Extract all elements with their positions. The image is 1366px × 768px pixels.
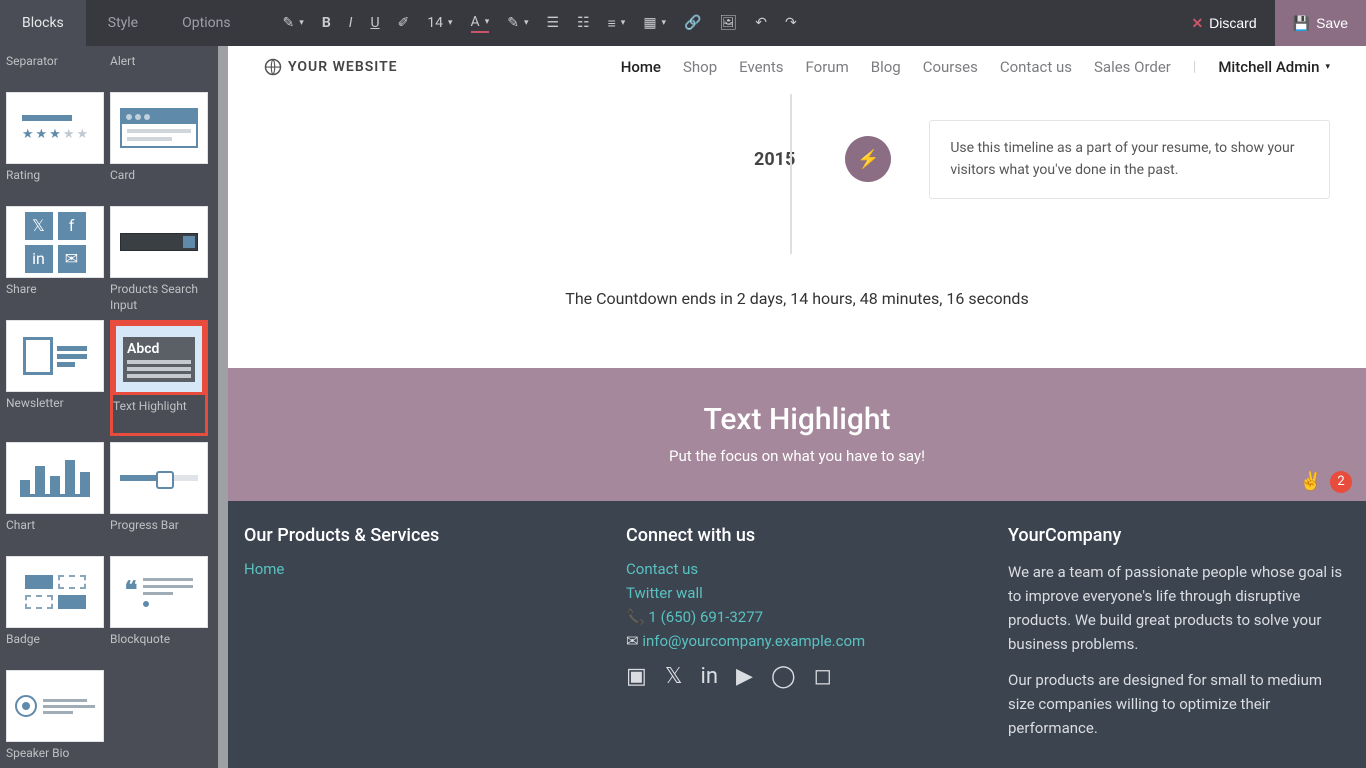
footer-phone[interactable]: 1 (650) 691-3277: [648, 608, 763, 626]
site-nav: Home Shop Events Forum Blog Courses Cont…: [621, 58, 1330, 76]
social-icons: ▣ 𝕏 in ▶ ◯ ◻: [626, 664, 968, 689]
youtube-icon[interactable]: ▶: [736, 664, 753, 689]
text-highlight-block[interactable]: Text Highlight Put the focus on what you…: [228, 368, 1366, 501]
redo-icon[interactable]: ↷: [785, 15, 797, 31]
undo-icon[interactable]: ↶: [755, 15, 767, 31]
magic-wand-icon[interactable]: ✎▾: [283, 15, 304, 31]
underline-icon[interactable]: U: [370, 15, 379, 31]
block-text-highlight[interactable]: AbcdText Highlight: [110, 320, 208, 436]
block-newsletter[interactable]: Newsletter: [6, 320, 104, 436]
block-separator[interactable]: Separator: [6, 54, 104, 86]
user-menu[interactable]: Mitchell Admin▾: [1218, 58, 1330, 76]
footer-about-p2: Our products are designed for small to m…: [1008, 668, 1350, 740]
nav-blog[interactable]: Blog: [871, 58, 901, 76]
unordered-list-icon[interactable]: ☰: [546, 15, 559, 31]
block-speaker-bio[interactable]: Speaker Bio: [6, 670, 104, 768]
nav-contact[interactable]: Contact us: [1000, 58, 1072, 76]
facebook-icon[interactable]: ▣: [626, 664, 647, 689]
blocks-sidebar: Separator Alert ★★★★★Rating Card 𝕏fin✉Sh…: [0, 46, 228, 768]
nav-home[interactable]: Home: [621, 58, 661, 76]
page-canvas: YOUR WEBSITE Home Shop Events Forum Blog…: [228, 46, 1366, 768]
block-alert[interactable]: Alert: [110, 54, 208, 86]
toolbar-tabs: Blocks Style Options: [0, 0, 253, 46]
block-share[interactable]: 𝕏fin✉Share: [6, 206, 104, 314]
bold-icon[interactable]: B: [322, 15, 331, 31]
peace-emoji-icon[interactable]: ✌️: [1300, 471, 1322, 492]
block-progress-bar[interactable]: Progress Bar: [110, 442, 208, 550]
footer-email[interactable]: info@yourcompany.example.com: [642, 632, 865, 650]
nav-events[interactable]: Events: [739, 58, 783, 76]
block-products-search[interactable]: Products Search Input: [110, 206, 208, 314]
discard-button[interactable]: ✕Discard: [1173, 0, 1274, 46]
bolt-icon: ⚡: [857, 149, 879, 170]
nav-forum[interactable]: Forum: [806, 58, 849, 76]
font-size-picker[interactable]: 14▾: [427, 15, 452, 31]
formatting-tools: ✎▾ B I U ✐ 14▾ A▾ ✎▾ ☰ ☷ ≡▾ ▦▾ 🔗 🖼 ↶ ↷: [253, 14, 1174, 33]
footer-products: Our Products & Services Home: [244, 525, 586, 752]
twitter-icon[interactable]: 𝕏: [665, 664, 683, 689]
tab-blocks[interactable]: Blocks: [0, 0, 86, 46]
italic-icon[interactable]: I: [349, 15, 353, 31]
editor-toolbar: Blocks Style Options ✎▾ B I U ✐ 14▾ A▾ ✎…: [0, 0, 1366, 46]
table-icon[interactable]: ▦▾: [643, 15, 666, 31]
font-color-icon[interactable]: A▾: [471, 14, 490, 33]
clear-format-icon[interactable]: ✐: [398, 15, 410, 31]
nav-sales-order[interactable]: Sales Order: [1094, 58, 1171, 76]
github-icon[interactable]: ◯: [771, 664, 796, 689]
block-card[interactable]: Card: [110, 92, 208, 200]
nav-divider: |: [1193, 59, 1196, 75]
linkedin-icon[interactable]: in: [701, 664, 719, 689]
site-header: YOUR WEBSITE Home Shop Events Forum Blog…: [228, 46, 1366, 94]
footer-connect-title: Connect with us: [626, 525, 968, 546]
globe-icon: [264, 58, 282, 76]
close-icon: ✕: [1191, 15, 1203, 32]
site-footer: Our Products & Services Home Connect wit…: [228, 501, 1366, 768]
footer-connect: Connect with us Contact us Twitter wall …: [626, 525, 968, 752]
brand[interactable]: YOUR WEBSITE: [264, 58, 398, 76]
phone-icon: 📞: [626, 608, 645, 626]
timeline-axis: [790, 94, 792, 254]
highlight-badges: ✌️ 2: [1300, 471, 1352, 493]
footer-about-title: YourCompany: [1008, 525, 1350, 546]
ordered-list-icon[interactable]: ☷: [577, 15, 590, 31]
nav-shop[interactable]: Shop: [683, 58, 717, 76]
block-chart[interactable]: Chart: [6, 442, 104, 550]
block-rating[interactable]: ★★★★★Rating: [6, 92, 104, 200]
notification-count[interactable]: 2: [1330, 471, 1352, 493]
save-button[interactable]: 💾Save: [1275, 0, 1366, 46]
tab-style[interactable]: Style: [86, 0, 160, 46]
tab-options[interactable]: Options: [160, 0, 252, 46]
block-badge[interactable]: Badge: [6, 556, 104, 664]
footer-about-p1: We are a team of passionate people whose…: [1008, 560, 1350, 656]
footer-products-title: Our Products & Services: [244, 525, 586, 546]
timeline-section: 2015 ⚡ Use this timeline as a part of yo…: [228, 94, 1366, 259]
highlight-title: Text Highlight: [228, 402, 1366, 437]
timeline-dot: ⚡: [845, 136, 891, 182]
highlight-color-icon[interactable]: ✎▾: [507, 15, 528, 31]
link-icon[interactable]: 🔗: [684, 15, 701, 31]
timeline-item[interactable]: 2015 ⚡ Use this timeline as a part of yo…: [754, 94, 1330, 199]
highlight-subtitle: Put the focus on what you have to say!: [228, 447, 1366, 465]
footer-link-contact[interactable]: Contact us: [626, 560, 698, 578]
footer-about: YourCompany We are a team of passionate …: [1008, 525, 1350, 752]
email-icon: ✉: [626, 632, 639, 650]
countdown-text[interactable]: The Countdown ends in 2 days, 14 hours, …: [228, 259, 1366, 368]
nav-courses[interactable]: Courses: [923, 58, 978, 76]
timeline-card[interactable]: Use this timeline as a part of your resu…: [929, 120, 1330, 199]
save-icon: 💾: [1293, 15, 1310, 32]
footer-link-home[interactable]: Home: [244, 560, 284, 578]
image-icon[interactable]: 🖼: [720, 15, 738, 31]
sidebar-scrollbar[interactable]: [218, 46, 228, 768]
chevron-down-icon: ▾: [1325, 62, 1330, 72]
align-icon[interactable]: ≡▾: [608, 15, 626, 32]
instagram-icon[interactable]: ◻: [814, 664, 832, 689]
footer-link-twitter[interactable]: Twitter wall: [626, 584, 703, 602]
block-blockquote[interactable]: ❝Blockquote: [110, 556, 208, 664]
